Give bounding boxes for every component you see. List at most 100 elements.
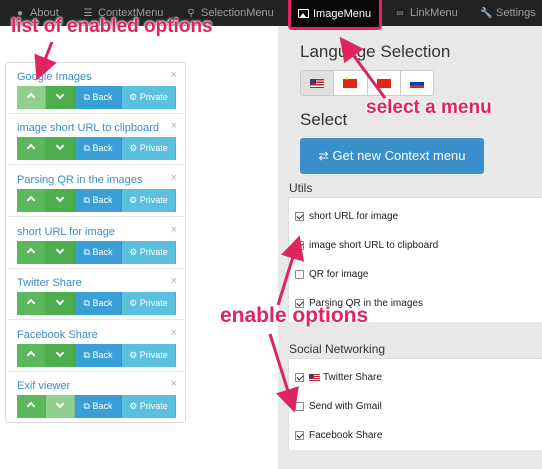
social-option[interactable]: Facebook Share [295, 427, 382, 443]
private-button[interactable]: ⚙ Private [122, 86, 176, 109]
option-title: Facebook Share [17, 329, 98, 341]
annotation-enable-options: enable options [220, 304, 369, 327]
close-icon[interactable]: × [171, 327, 177, 339]
close-icon[interactable]: × [171, 378, 177, 390]
enabled-option-card: Parsing QR in the images × ⧉ Back ⚙ Priv… [8, 168, 183, 217]
option-button-group: ⧉ Back ⚙ Private [17, 395, 176, 418]
move-up-button[interactable] [17, 189, 46, 212]
us-flag-icon [310, 78, 325, 88]
back-button[interactable]: ⧉ Back [75, 292, 122, 315]
move-up-button[interactable] [17, 395, 46, 418]
social-networking-heading: Social Networking [289, 342, 386, 356]
close-icon[interactable]: × [171, 224, 177, 236]
private-button[interactable]: ⚙ Private [122, 189, 176, 212]
option-title: Exif viewer [17, 380, 71, 392]
checkbox[interactable] [295, 211, 304, 221]
private-button[interactable]: ⚙ Private [122, 137, 176, 160]
private-button[interactable]: ⚙ Private [122, 395, 176, 418]
move-down-button[interactable] [46, 189, 75, 212]
wrench-icon: 🔧 [480, 8, 493, 19]
option-button-group: ⧉ Back ⚙ Private [17, 86, 176, 109]
move-up-button[interactable] [17, 344, 46, 367]
chevron-up-icon [26, 143, 36, 153]
chevron-down-icon [55, 245, 65, 255]
close-icon[interactable]: × [171, 172, 177, 184]
checkbox[interactable] [295, 269, 304, 279]
enabled-option-card: Google Images × ⧉ Back ⚙ Private [8, 65, 183, 114]
cn-flag-icon [343, 76, 358, 88]
language-flag-group [300, 70, 434, 96]
enabled-option-card: short URL for image × ⧉ Back ⚙ Private [8, 220, 183, 269]
chevron-down-icon [55, 141, 65, 151]
move-up-button[interactable] [17, 137, 46, 160]
move-up-button[interactable] [17, 241, 46, 264]
move-down-button[interactable] [46, 86, 75, 109]
language-button-zh-alt[interactable] [368, 71, 401, 95]
back-button[interactable]: ⧉ Back [75, 137, 122, 160]
close-icon[interactable]: × [171, 120, 177, 132]
get-new-context-menu-button[interactable]: ⇄ Get new Context menu [300, 138, 484, 174]
private-button[interactable]: ⚙ Private [122, 292, 176, 315]
checkbox[interactable] [295, 401, 304, 411]
swap-arrows-icon: ⇄ [318, 149, 329, 163]
annotation-list-of-enabled-options: list of enabled options [11, 16, 213, 37]
chevron-down-icon [55, 90, 65, 100]
chevron-up-icon [26, 401, 36, 411]
enabled-option-card: Twitter Share × ⧉ Back ⚙ Private [8, 271, 183, 320]
option-title: short URL for image [17, 226, 116, 238]
private-button[interactable]: ⚙ Private [122, 344, 176, 367]
nav-item-settings[interactable]: 🔧 Settings [480, 0, 536, 26]
chevron-up-icon [26, 298, 36, 308]
move-down-button[interactable] [46, 241, 75, 264]
language-selection-title: Language Selection [300, 42, 451, 61]
enabled-options-panel: Google Images × ⧉ Back ⚙ Private image s… [5, 62, 186, 423]
back-button[interactable]: ⧉ Back [75, 241, 122, 264]
chevron-up-icon [26, 195, 36, 205]
chevron-down-icon [55, 348, 65, 358]
move-up-button[interactable] [17, 86, 46, 109]
move-down-button[interactable] [46, 395, 75, 418]
close-icon[interactable]: × [171, 69, 177, 81]
utils-option[interactable]: image short URL to clipboard [295, 237, 438, 253]
cn-flag-icon [376, 78, 391, 88]
link-icon: ∞ [396, 8, 404, 19]
checkbox[interactable] [295, 372, 304, 382]
close-icon[interactable]: × [171, 275, 177, 287]
chevron-down-icon [55, 399, 65, 409]
utils-heading: Utils [289, 181, 313, 195]
move-down-button[interactable] [46, 292, 75, 315]
enabled-option-card: Exif viewer × ⧉ Back ⚙ Private [8, 374, 183, 423]
checkbox[interactable] [295, 240, 304, 250]
checkbox[interactable] [295, 430, 304, 440]
back-button[interactable]: ⧉ Back [75, 395, 122, 418]
back-button[interactable]: ⧉ Back [75, 86, 122, 109]
language-button-ru[interactable] [401, 71, 433, 95]
us-flag-icon [309, 373, 320, 381]
private-button[interactable]: ⚙ Private [122, 241, 176, 264]
chevron-up-icon [26, 247, 36, 257]
language-button-en[interactable] [301, 71, 335, 95]
move-up-button[interactable] [17, 292, 46, 315]
utils-option[interactable]: short URL for image [295, 208, 398, 224]
option-button-group: ⧉ Back ⚙ Private [17, 344, 176, 367]
social-option[interactable]: Send with Gmail [295, 398, 382, 414]
annotation-select-a-menu: select a menu [366, 97, 492, 118]
chevron-down-icon [55, 193, 65, 203]
back-button[interactable]: ⧉ Back [75, 189, 122, 212]
social-option[interactable]: Twitter Share [295, 369, 382, 385]
ru-flag-icon [409, 78, 424, 88]
back-button[interactable]: ⧉ Back [75, 344, 122, 367]
language-button-zh[interactable] [334, 71, 368, 95]
image-icon [297, 0, 309, 29]
move-down-button[interactable] [46, 344, 75, 367]
option-title: Parsing QR in the images [17, 174, 143, 186]
nav-item-imagemenu[interactable]: ImageMenu [288, 0, 383, 30]
enabled-option-card: image short URL to clipboard × ⧉ Back ⚙ … [8, 116, 183, 165]
nav-item-linkmenu[interactable]: ∞ LinkMenu [394, 0, 457, 26]
chevron-down-icon [55, 296, 65, 306]
utils-option[interactable]: QR for image [295, 266, 368, 282]
option-button-group: ⧉ Back ⚙ Private [17, 241, 176, 264]
move-down-button[interactable] [46, 137, 75, 160]
enabled-option-card: Facebook Share × ⧉ Back ⚙ Private [8, 323, 183, 372]
chevron-up-icon [26, 350, 36, 360]
